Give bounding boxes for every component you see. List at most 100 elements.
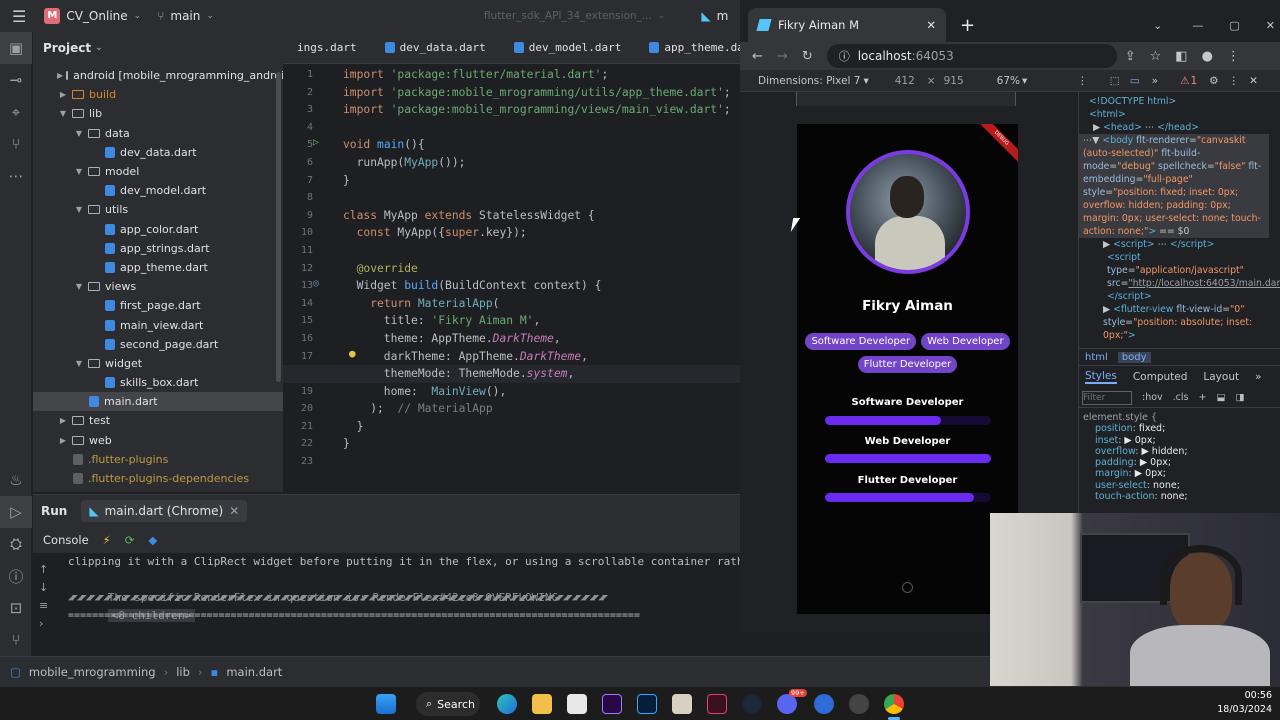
device-selector[interactable]: flutter_sdk_API_34_extension_... ⌄: [484, 10, 665, 22]
profile-icon[interactable]: ●: [1202, 49, 1213, 64]
new-tab-icon[interactable]: +: [960, 15, 975, 36]
expand-arrow-icon[interactable]: ▼: [73, 359, 85, 368]
back-icon[interactable]: ←: [752, 49, 763, 64]
breadcrumb-project[interactable]: mobile_mrogramming: [29, 665, 156, 679]
tree-item[interactable]: ▶ test: [33, 411, 283, 430]
reload-icon[interactable]: ↻: [802, 49, 813, 64]
edge-icon[interactable]: [497, 694, 517, 714]
run-tool-icon[interactable]: ▷: [0, 496, 32, 528]
cls-toggle[interactable]: .cls: [1173, 392, 1189, 403]
tree-item[interactable]: first_page.dart: [33, 296, 283, 315]
windows-start-icon[interactable]: [376, 694, 396, 714]
minimize-icon[interactable]: —: [1192, 19, 1203, 32]
jetbrains-icon[interactable]: [707, 694, 727, 714]
tree-item[interactable]: ▶ web: [33, 431, 283, 450]
more-tabs-icon[interactable]: »: [1255, 371, 1261, 383]
breadcrumb-lib[interactable]: lib: [176, 665, 190, 679]
maximize-icon[interactable]: ▢: [1229, 19, 1239, 32]
steam-icon[interactable]: [742, 694, 762, 714]
device-toggle-icon[interactable]: ▭: [1130, 75, 1140, 87]
share-icon[interactable]: ⇪: [1125, 49, 1136, 64]
close-devtools-icon[interactable]: ✕: [1249, 75, 1258, 87]
css-declaration[interactable]: padding: ▶ 0px;: [1079, 457, 1280, 468]
zoom-selector[interactable]: 67% ▾: [997, 75, 1028, 87]
tree-item[interactable]: .flutter-plugins: [33, 450, 283, 469]
crumb-html[interactable]: html: [1085, 352, 1108, 363]
warning-icon[interactable]: ⚠: [1180, 75, 1189, 87]
expand-arrow-icon[interactable]: ▼: [73, 205, 85, 214]
terminal-icon[interactable]: ⊡: [0, 592, 32, 624]
store-icon[interactable]: [567, 694, 587, 714]
elements-tree[interactable]: <!DOCTYPE html> <html> ▶ <head> ⋯ </head…: [1079, 92, 1280, 348]
dom-node[interactable]: ▶ <head> ⋯ </head>: [1089, 121, 1280, 134]
close-icon[interactable]: ✕: [229, 504, 239, 518]
run-tab[interactable]: ◣ main.dart (Chrome) ✕: [81, 500, 248, 522]
discord-icon[interactable]: [777, 694, 797, 714]
chip-web-developer[interactable]: Web Developer: [921, 333, 1010, 350]
crumb-body[interactable]: body: [1117, 351, 1151, 363]
toggle-color-icon[interactable]: ⬓: [1216, 392, 1225, 403]
sidebar-toggle-icon[interactable]: ◨: [1235, 392, 1244, 403]
tree-item[interactable]: dev_model.dart: [33, 181, 283, 200]
problems-icon[interactable]: ⓘ: [0, 560, 32, 592]
devtools-icon[interactable]: ◆: [148, 533, 157, 547]
dom-node[interactable]: ▶ <flutter-view flt-view-id="0" style="p…: [1089, 303, 1273, 342]
editor-tab[interactable]: ings.dart: [283, 41, 371, 54]
main-menu-button[interactable]: ☰: [12, 7, 26, 26]
chip-flutter-developer[interactable]: Flutter Developer: [857, 356, 958, 373]
height-input[interactable]: 915: [944, 75, 964, 87]
clock[interactable]: 00:56 18/03/2024: [1217, 689, 1272, 717]
dom-node[interactable]: </script>: [1089, 290, 1280, 303]
bookmark-star-icon[interactable]: ☆: [1150, 49, 1162, 64]
forward-icon[interactable]: →: [777, 49, 788, 64]
run-config-selector[interactable]: ◣ m: [701, 9, 728, 23]
close-window-icon[interactable]: ✕: [1266, 19, 1275, 32]
taskbar-search[interactable]: ⌕ Search: [416, 692, 480, 716]
tree-item[interactable]: .flutter-plugins-dependencies: [33, 469, 283, 488]
vpn-icon[interactable]: [814, 694, 834, 714]
pull-requests-icon[interactable]: ⑂: [0, 128, 32, 160]
close-tab-icon[interactable]: ✕: [926, 18, 936, 32]
tree-scrollbar[interactable]: [276, 72, 281, 382]
side-panel-icon[interactable]: ◧: [1175, 49, 1187, 64]
expand-arrow-icon[interactable]: ▶: [57, 71, 63, 80]
commit-icon[interactable]: ⊸: [0, 64, 32, 96]
more-options-icon[interactable]: ⋮: [1077, 75, 1088, 87]
width-input[interactable]: 412: [895, 75, 915, 87]
tree-item[interactable]: main.dart: [33, 392, 283, 412]
element-style-block[interactable]: element.style { position: fixed; inset: ▶…: [1079, 408, 1280, 502]
dom-node[interactable]: <script type="application/javascript" sr…: [1089, 251, 1280, 290]
add-rule-icon[interactable]: +: [1199, 392, 1207, 403]
tree-item[interactable]: ▶ android [mobile_mrogramming_android]: [33, 66, 295, 85]
css-declaration[interactable]: touch-action: none;: [1079, 491, 1280, 502]
tab-computed[interactable]: Computed: [1133, 371, 1188, 383]
tree-item[interactable]: ▼ model: [33, 162, 283, 181]
tree-item[interactable]: skills_box.dart: [33, 373, 283, 392]
chip-software-developer[interactable]: Software Developer: [805, 333, 917, 350]
chrome-menu-icon[interactable]: ⋮: [1227, 49, 1240, 64]
css-declaration[interactable]: inset: ▶ 0px;: [1079, 435, 1280, 446]
tree-item[interactable]: app_theme.dart: [33, 258, 283, 277]
code-content[interactable]: import 'package:flutter/material.dart'; …: [343, 66, 740, 471]
expand-arrow-icon[interactable]: ▶: [57, 416, 69, 425]
hov-toggle[interactable]: :hov: [1142, 392, 1163, 403]
hot-restart-icon[interactable]: ⟳: [125, 533, 135, 547]
git-icon[interactable]: ⑂: [0, 624, 32, 656]
editor-tab[interactable]: dev_model.dart: [500, 41, 636, 54]
address-bar[interactable]: ⓘ localhost:64053: [826, 44, 1117, 68]
tab-styles[interactable]: Styles: [1085, 370, 1117, 384]
inspect-icon[interactable]: ⬚: [1110, 75, 1120, 87]
branch-selector[interactable]: ⑂ main ⌄: [157, 9, 214, 23]
expand-arrow-icon[interactable]: ▼: [73, 167, 85, 176]
structure-icon[interactable]: ⌖: [0, 96, 32, 128]
file-explorer-icon[interactable]: [532, 694, 552, 714]
editor-tab[interactable]: dev_data.dart: [371, 41, 500, 54]
devtools-menu-icon[interactable]: ⋮: [1229, 75, 1240, 87]
tree-item[interactable]: second_page.dart: [33, 335, 283, 354]
css-declaration[interactable]: position: fixed;: [1079, 423, 1280, 434]
tree-item[interactable]: ▼ views: [33, 277, 283, 296]
console-output[interactable]: clipping it with a ClipRect widget befor…: [33, 553, 740, 625]
more-panels-icon[interactable]: »: [1152, 75, 1158, 87]
expand-arrow-icon[interactable]: ▶: [57, 436, 69, 445]
expand-arrow-icon[interactable]: ▼: [57, 109, 69, 118]
